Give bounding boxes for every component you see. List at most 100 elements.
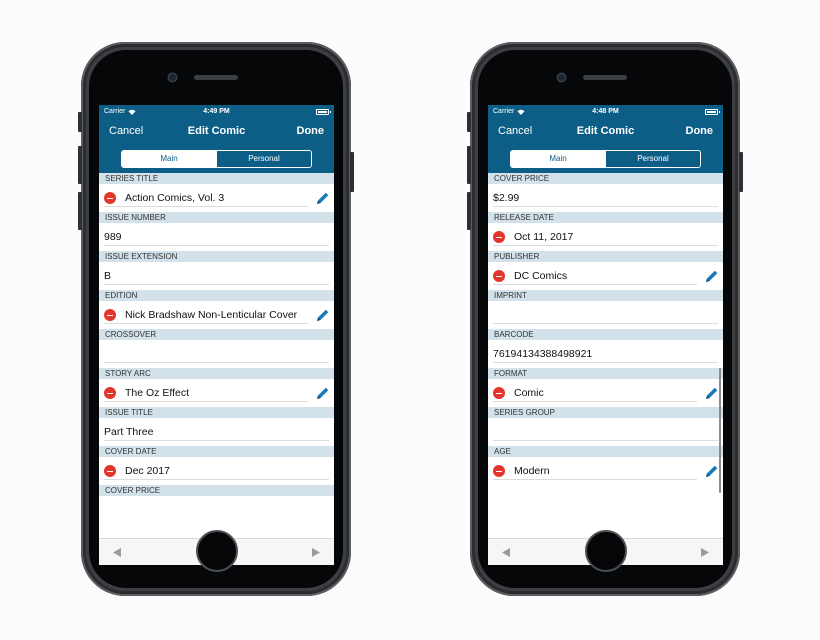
volume-down-button (78, 192, 82, 230)
front-camera (169, 74, 176, 81)
triangle-right-icon[interactable] (701, 547, 709, 557)
minus-circle-icon[interactable] (104, 309, 116, 321)
cancel-button[interactable]: Cancel (109, 125, 143, 137)
section-header-cover-price: COVER PRICE (99, 485, 334, 496)
done-button[interactable]: Done (297, 125, 325, 137)
earpiece-speaker (583, 75, 627, 80)
field-issue-title[interactable]: Part Three (99, 418, 334, 446)
field-value: 76194134388498921 (493, 348, 593, 360)
section-header-imprint: IMPRINT (488, 290, 723, 301)
field-value: Nick Bradshaw Non-Lenticular Cover (125, 309, 298, 321)
section-header-issue-title: ISSUE TITLE (99, 407, 334, 418)
done-button[interactable]: Done (686, 125, 714, 137)
field-imprint[interactable] (488, 301, 723, 329)
pencil-icon[interactable] (705, 386, 719, 400)
scroll-indicator[interactable] (719, 368, 721, 493)
front-camera (558, 74, 565, 81)
section-header-publisher: PUBLISHER (488, 251, 723, 262)
minus-circle-icon[interactable] (104, 387, 116, 399)
section-header-release-date: RELEASE DATE (488, 212, 723, 223)
field-series-title[interactable]: Action Comics, Vol. 3 (99, 184, 334, 212)
section-header-story-arc: STORY ARC (99, 368, 334, 379)
pencil-icon[interactable] (705, 269, 719, 283)
status-time: 4:48 PM (592, 108, 619, 115)
field-issue-extension[interactable]: B (99, 262, 334, 290)
status-bar: Carrier 4:48 PM (488, 105, 723, 118)
status-time: 4:49 PM (203, 108, 230, 115)
mute-switch (78, 112, 82, 132)
section-header-issue-number: ISSUE NUMBER (99, 212, 334, 223)
form-list: SERIES TITLE Action Comics, Vol. 3 ISSUE… (99, 173, 334, 538)
minus-circle-icon[interactable] (104, 192, 116, 204)
field-value: Modern (514, 465, 550, 477)
power-button (739, 152, 743, 192)
field-value: Part Three (104, 426, 154, 438)
status-bar: Carrier 4:49 PM (99, 105, 334, 118)
segment-personal[interactable]: Personal (605, 150, 700, 167)
field-value: B (104, 270, 112, 282)
minus-circle-icon[interactable] (493, 270, 505, 282)
segment-bar: Main Personal (488, 144, 723, 173)
minus-circle-icon[interactable] (104, 465, 116, 477)
form-list: COVER PRICE $2.99 RELEASE DATE Oct 11, 2… (488, 173, 723, 538)
field-edition[interactable]: Nick Bradshaw Non-Lenticular Cover (99, 301, 334, 329)
battery-icon (705, 108, 720, 115)
segmented-control: Main Personal (510, 149, 701, 168)
field-value: Comic (514, 387, 544, 399)
home-button[interactable] (585, 530, 627, 572)
section-header-format: FORMAT (488, 368, 723, 379)
field-cover-price[interactable]: $2.99 (488, 184, 723, 212)
field-barcode[interactable]: 76194134388498921 (488, 340, 723, 368)
pencil-icon[interactable] (705, 464, 719, 478)
section-header-barcode: BARCODE (488, 329, 723, 340)
cancel-button[interactable]: Cancel (498, 125, 532, 137)
segment-personal[interactable]: Personal (216, 150, 311, 167)
volume-down-button (467, 192, 471, 230)
phone-left: Carrier 4:49 PM Cancel Edit Comic Done M… (78, 42, 354, 596)
mute-switch (467, 112, 471, 132)
field-value: The Oz Effect (125, 387, 189, 399)
field-issue-number[interactable]: 989 (99, 223, 334, 251)
triangle-right-icon[interactable] (312, 547, 320, 557)
pencil-icon[interactable] (316, 308, 330, 322)
app-screen: Carrier 4:48 PM Cancel Edit Comic Done M… (488, 105, 723, 565)
minus-circle-icon[interactable] (493, 465, 505, 477)
field-value: $2.99 (493, 192, 520, 204)
section-header-cover-price: COVER PRICE (488, 173, 723, 184)
section-header-issue-extension: ISSUE EXTENSION (99, 251, 334, 262)
field-value: Action Comics, Vol. 3 (125, 192, 225, 204)
field-value: Dec 2017 (125, 465, 170, 477)
minus-circle-icon[interactable] (493, 231, 505, 243)
phone-right: Carrier 4:48 PM Cancel Edit Comic Done M… (467, 42, 743, 596)
field-value: Oct 11, 2017 (514, 231, 574, 243)
power-button (350, 152, 354, 192)
section-header-series-title: SERIES TITLE (99, 173, 334, 184)
battery-icon (316, 108, 331, 115)
field-publisher[interactable]: DC Comics (488, 262, 723, 290)
field-release-date[interactable]: Oct 11, 2017 (488, 223, 723, 251)
earpiece-speaker (194, 75, 238, 80)
home-button[interactable] (196, 530, 238, 572)
segment-bar: Main Personal (99, 144, 334, 173)
section-header-cover-date: COVER DATE (99, 446, 334, 457)
app-screen: Carrier 4:49 PM Cancel Edit Comic Done M… (99, 105, 334, 565)
volume-up-button (78, 146, 82, 184)
section-header-series-group: SERIES GROUP (488, 407, 723, 418)
segment-main[interactable]: Main (511, 150, 605, 167)
field-cover-date[interactable]: Dec 2017 (99, 457, 334, 485)
pencil-icon[interactable] (316, 191, 330, 205)
triangle-left-icon[interactable] (113, 547, 121, 557)
minus-circle-icon[interactable] (493, 387, 505, 399)
nav-bar: Cancel Edit Comic Done (488, 118, 723, 144)
field-story-arc[interactable]: The Oz Effect (99, 379, 334, 407)
pencil-icon[interactable] (316, 386, 330, 400)
field-age[interactable]: Modern (488, 457, 723, 485)
triangle-left-icon[interactable] (502, 547, 510, 557)
field-crossover[interactable] (99, 340, 334, 368)
field-series-group[interactable] (488, 418, 723, 446)
nav-bar: Cancel Edit Comic Done (99, 118, 334, 144)
segmented-control: Main Personal (121, 149, 312, 168)
segment-main[interactable]: Main (122, 150, 216, 167)
volume-up-button (467, 146, 471, 184)
field-format[interactable]: Comic (488, 379, 723, 407)
